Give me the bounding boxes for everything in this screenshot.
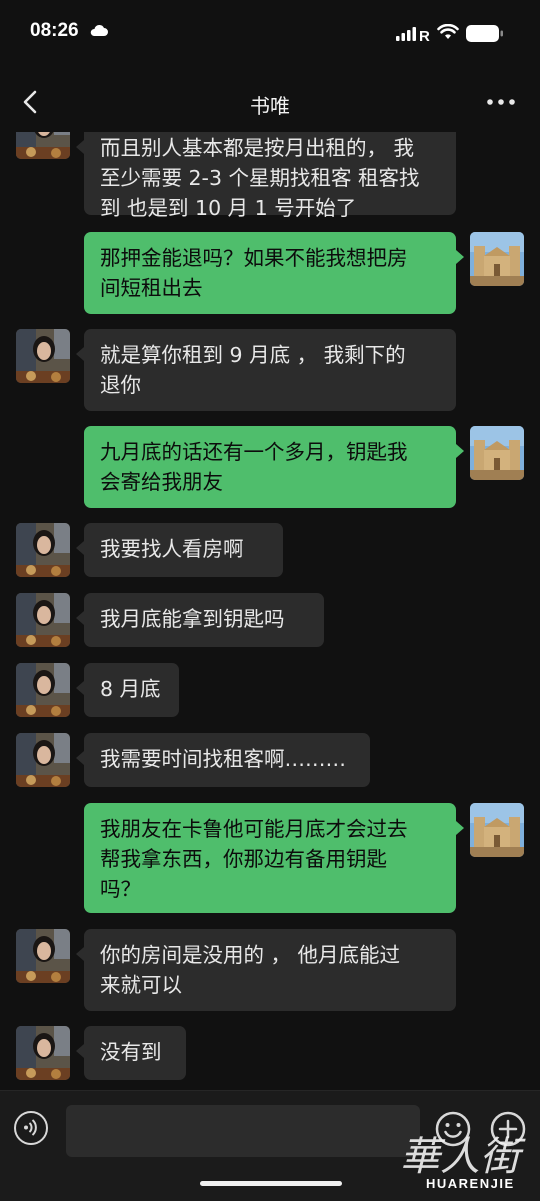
contact-avatar[interactable] [16, 929, 70, 983]
message-text-line: 退你 [100, 373, 141, 397]
contact-avatar[interactable] [16, 593, 70, 647]
received-message-bubble[interactable]: 8 月底 [84, 663, 179, 717]
message-text-line: 没有到 [100, 1040, 162, 1064]
received-message-bubble[interactable]: 没有到 [84, 1026, 186, 1080]
message-text-line: 我月底能拿到钥匙吗 [100, 607, 285, 631]
received-message-bubble[interactable]: 我要找人看房啊 [84, 523, 283, 577]
message-list[interactable]: 而且别人基本都是按月出租的， 我至少需要 2-3 个星期找租客 租客找到 也是到… [0, 132, 540, 1090]
watermark-text: HUARENJIE [426, 1176, 515, 1191]
contact-avatar[interactable] [16, 329, 70, 383]
bubble-tail [456, 250, 464, 264]
battery-icon [466, 25, 503, 42]
message-text-line: 我朋友在卡鲁他可能月底才会过去 [100, 817, 408, 841]
contact-avatar[interactable] [16, 523, 70, 577]
message-text-line: 至少需要 2-3 个星期找租客 租客找 [100, 166, 420, 190]
my-avatar[interactable] [470, 232, 524, 286]
sent-message-bubble[interactable]: 九月底的话还有一个多月，钥匙我 会寄给我朋友 [84, 426, 456, 508]
received-message-bubble[interactable]: 你的房间是没用的 ， 他月底能过 来就可以 [84, 929, 456, 1011]
message-text-line: 帮我拿东西，你那边有备用钥匙 [100, 847, 387, 871]
bubble-tail [76, 947, 84, 961]
bubble-tail [76, 140, 84, 154]
svg-text:華人街: 華人街 [400, 1134, 526, 1176]
more-icon[interactable] [486, 98, 516, 106]
contact-avatar[interactable] [16, 733, 70, 787]
my-avatar[interactable] [470, 803, 524, 857]
watermark-logo: 華人街 [400, 1134, 526, 1176]
contact-avatar[interactable] [16, 663, 70, 717]
message-text-line: 来就可以 [100, 973, 182, 997]
home-indicator [200, 1181, 342, 1186]
bubble-tail [76, 681, 84, 695]
voice-icon[interactable] [14, 1111, 48, 1145]
received-message-bubble[interactable]: 我月底能拿到钥匙吗 [84, 593, 324, 647]
chat-title: 书唯 [250, 94, 290, 118]
received-message-bubble[interactable]: 就是算你租到 9 月底 ， 我剩下的 退你 [84, 329, 456, 411]
message-text-line: 我需要时间找租客啊……… [100, 747, 346, 771]
message-text-line: 就是算你租到 9 月底 ， 我剩下的 [100, 343, 406, 367]
my-avatar[interactable] [470, 426, 524, 480]
message-text-line: 而且别人基本都是按月出租的， 我 [100, 136, 415, 160]
message-text-line: 间短租出去 [100, 276, 203, 300]
status-time: 08:26 [30, 20, 79, 41]
received-message-bubble[interactable]: 而且别人基本都是按月出租的， 我至少需要 2-3 个星期找租客 租客找到 也是到… [84, 132, 456, 220]
status-bar: 08:26 R [0, 0, 540, 66]
sent-message-bubble[interactable]: 我朋友在卡鲁他可能月底才会过去 帮我拿东西，你那边有备用钥匙 吗？ [84, 803, 456, 913]
message-text-line: 那押金能退吗？如果不能我想把房 [100, 246, 408, 270]
received-message-bubble[interactable]: 我需要时间找租客啊……… [84, 733, 370, 787]
message-text-line: 你的房间是没用的 ， 他月底能过 [100, 943, 401, 967]
contact-avatar[interactable] [16, 1026, 70, 1080]
carrier-label: R [419, 28, 430, 42]
chat-header: 书唯 [0, 66, 540, 136]
bubble-tail [76, 1044, 84, 1058]
message-text-line: 会寄给我朋友 [100, 470, 223, 494]
watermark: 華人街 HUARENJIE [396, 1132, 536, 1198]
message-text-line: 到 也是到 10 月 1 号开始了 [100, 196, 357, 220]
bubble-tail [76, 751, 84, 765]
message-text-line: 吗？ [100, 877, 141, 901]
message-input[interactable] [66, 1105, 420, 1157]
message-text-line: 我要找人看房啊 [100, 537, 244, 561]
cloud-icon [90, 24, 108, 36]
bubble-tail [456, 821, 464, 835]
sent-message-bubble[interactable]: 那押金能退吗？如果不能我想把房 间短租出去 [84, 232, 456, 314]
message-text-line: 8 月底 [100, 677, 161, 701]
bubble-tail [76, 347, 84, 361]
bubble-tail [76, 611, 84, 625]
bubble-tail [76, 541, 84, 555]
wifi-icon [437, 24, 459, 39]
signal-icon: R [396, 27, 430, 42]
message-text-line: 九月底的话还有一个多月，钥匙我 [100, 440, 408, 464]
contact-avatar[interactable] [16, 132, 70, 159]
bubble-tail [456, 444, 464, 458]
